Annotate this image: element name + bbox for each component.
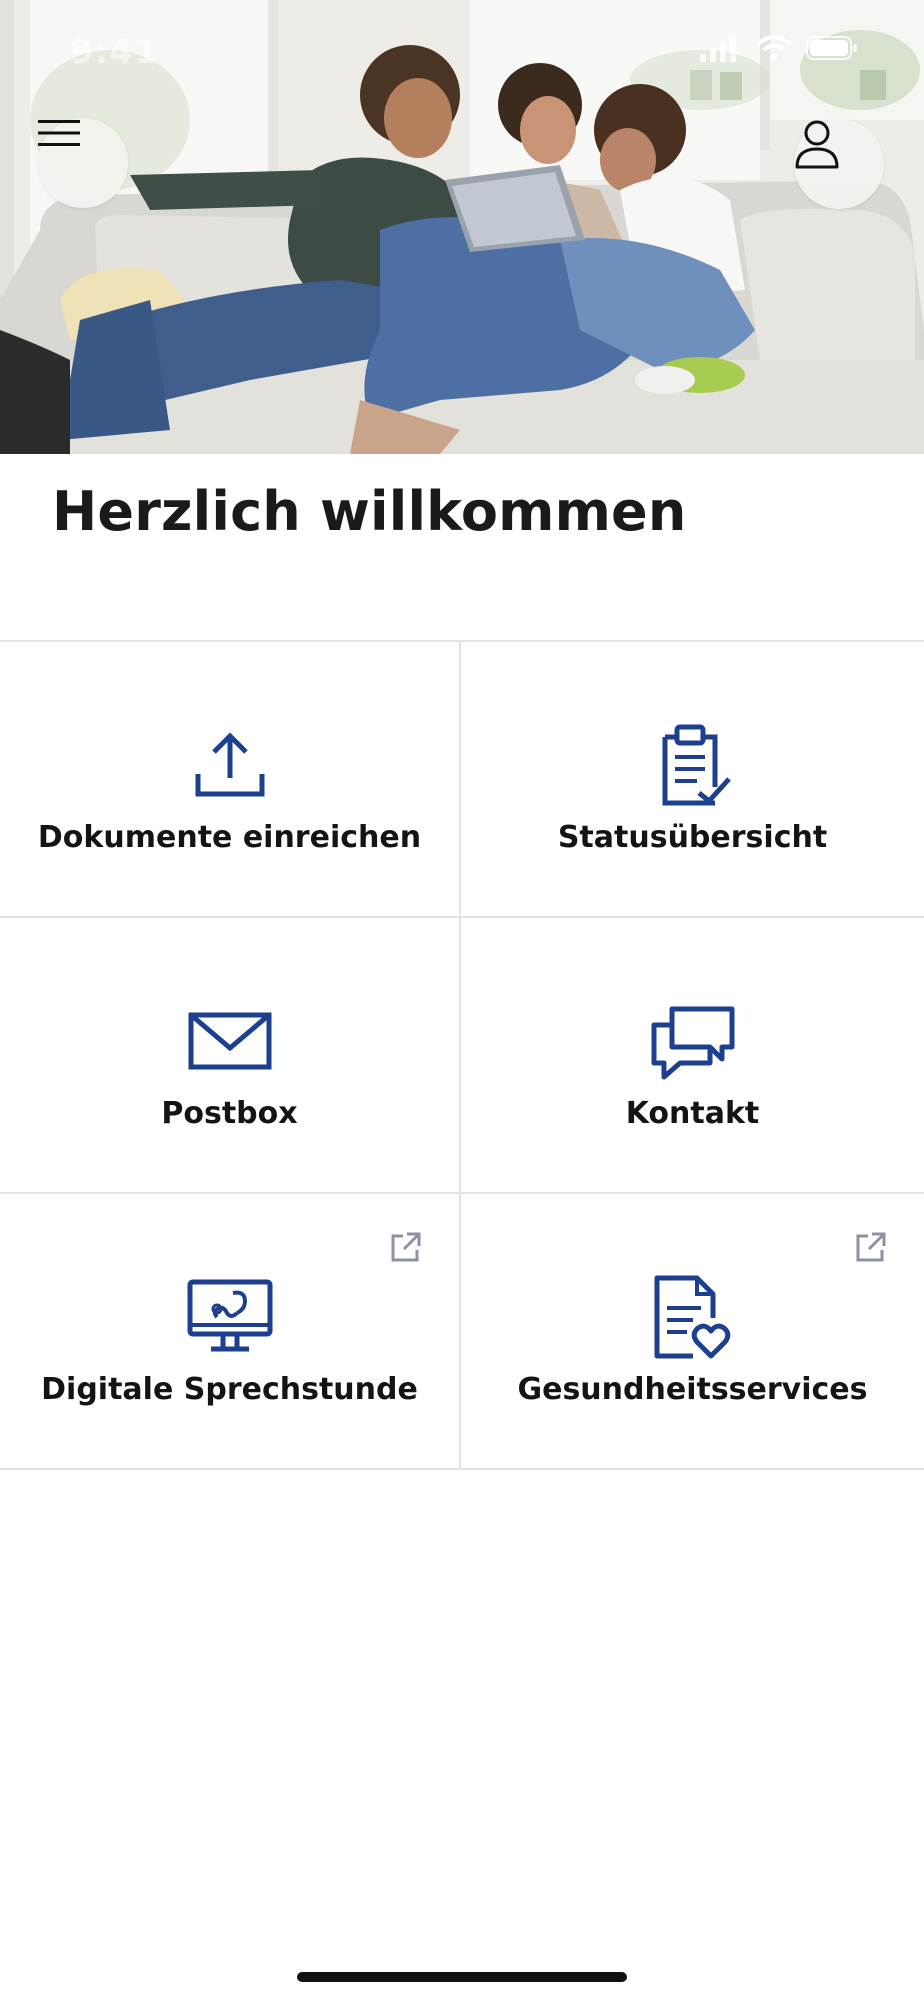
external-link-icon: [391, 1232, 421, 1262]
tile-postbox[interactable]: Postbox: [0, 918, 461, 1194]
status-bar: 9:41: [0, 30, 924, 72]
tile-label: Statusübersicht: [557, 820, 828, 855]
services-grid: Dokumente einreichen Statusübersicht Pos…: [0, 640, 924, 1470]
cellular-signal-icon: [700, 36, 736, 62]
wifi-icon: [756, 35, 792, 61]
tile-label: Digitale Sprechstunde: [41, 1372, 418, 1407]
user-profile-icon: [795, 120, 839, 169]
tile-label: Gesundheitsservices: [517, 1372, 868, 1407]
tile-statusuebersicht[interactable]: Statusübersicht: [461, 642, 924, 918]
clipboard-check-icon: [648, 720, 738, 810]
chat-bubbles-icon: [648, 996, 738, 1086]
profile-button[interactable]: [794, 119, 884, 209]
tile-label: Kontakt: [625, 1096, 760, 1131]
upload-icon: [185, 720, 275, 810]
battery-icon: [806, 36, 857, 60]
tile-label: Dokumente einreichen: [37, 820, 422, 855]
hero-image: 9:41: [0, 0, 924, 454]
menu-button[interactable]: [38, 118, 128, 208]
tile-kontakt[interactable]: Kontakt: [461, 918, 924, 1194]
envelope-icon: [185, 996, 275, 1086]
monitor-stethoscope-icon: [185, 1272, 275, 1362]
home-indicator: [297, 1972, 627, 1982]
tile-digitale-sprechstunde[interactable]: Digitale Sprechstunde: [0, 1194, 461, 1470]
hamburger-menu-icon: [38, 120, 80, 146]
document-heart-icon: [648, 1272, 738, 1362]
tile-dokumente-einreichen[interactable]: Dokumente einreichen: [0, 642, 461, 918]
tile-gesundheitsservices[interactable]: Gesundheitsservices: [461, 1194, 924, 1470]
page-title: Herzlich willkommen: [52, 480, 687, 543]
tile-label: Postbox: [161, 1096, 298, 1131]
external-link-icon: [856, 1232, 886, 1262]
status-time: 9:41: [70, 32, 159, 72]
